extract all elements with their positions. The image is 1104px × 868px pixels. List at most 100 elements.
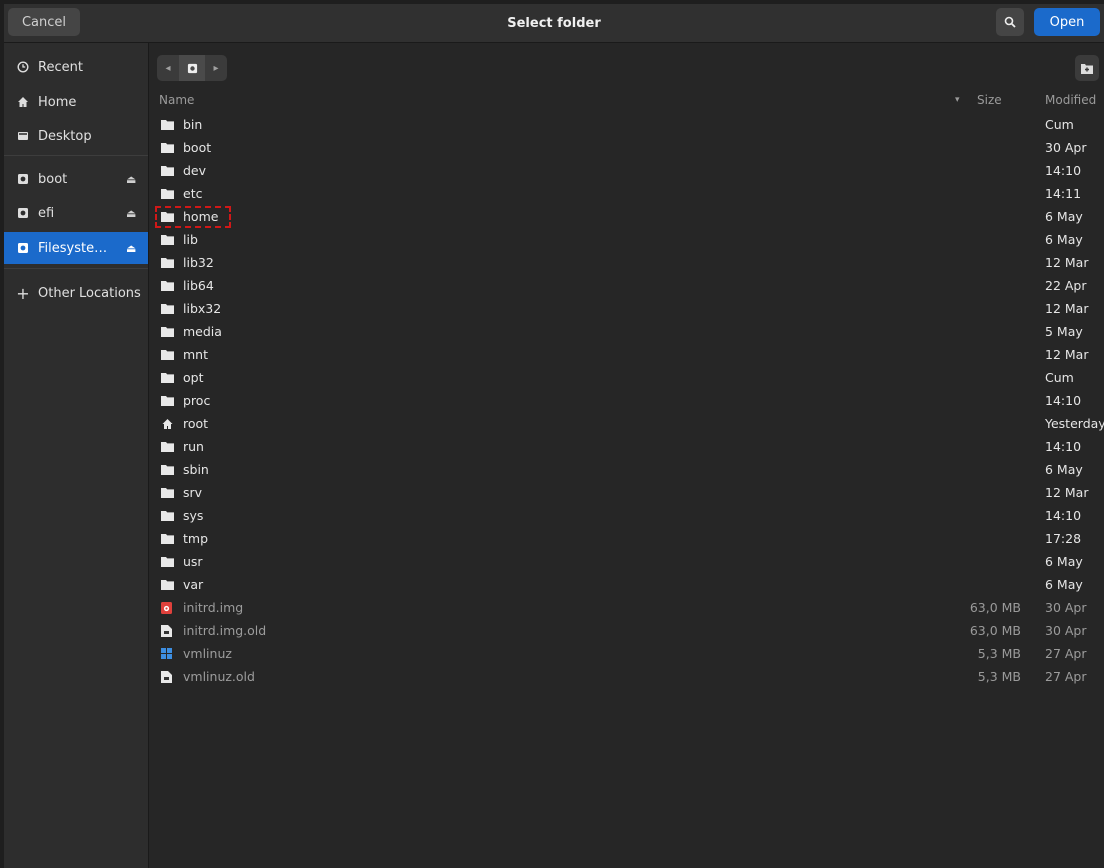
column-size[interactable]: Size: [977, 93, 1002, 107]
file-name: sys: [183, 508, 204, 523]
sidebar-item-label: Recent: [38, 59, 83, 75]
file-row[interactable]: dev 14:10: [149, 160, 1104, 183]
column-name[interactable]: Name: [159, 93, 194, 107]
file-name: opt: [183, 370, 204, 385]
sidebar-item-label: efi: [38, 205, 55, 221]
file-row[interactable]: libx32 12 Mar: [149, 298, 1104, 321]
file-row[interactable]: vmlinuz 5,3 MB 27 Apr: [149, 643, 1104, 666]
sidebar-separator: [4, 268, 148, 269]
file-icon: [161, 671, 173, 683]
file-icon: [161, 625, 173, 637]
file-name: media: [183, 324, 222, 339]
sidebar-item-label: Desktop: [38, 128, 92, 144]
file-modified: 14:10: [1045, 163, 1082, 178]
file-modified: 22 Apr: [1045, 278, 1087, 293]
file-name: lib: [183, 232, 198, 247]
file-name: root: [183, 416, 209, 431]
folder-icon: [161, 119, 174, 131]
sidebar-item-boot[interactable]: boot ⏏: [4, 163, 148, 195]
file-row[interactable]: initrd.img.old 63,0 MB 30 Apr: [149, 620, 1104, 643]
file-modified: 6 May: [1045, 232, 1083, 247]
sidebar-item-other-locations[interactable]: + Other Locations: [4, 277, 148, 309]
sidebar-item-recent[interactable]: Recent: [4, 51, 148, 83]
column-modified[interactable]: Modified: [1045, 93, 1096, 107]
new-folder-icon: [1081, 63, 1093, 74]
folder-icon: [161, 487, 174, 499]
folder-icon: [161, 326, 174, 338]
file-modified: 6 May: [1045, 577, 1083, 592]
file-modified: 14:10: [1045, 439, 1082, 454]
folder-icon: [161, 556, 174, 568]
folder-icon: [161, 303, 174, 315]
file-row[interactable]: var 6 May: [149, 574, 1104, 597]
plus-icon: +: [16, 283, 30, 303]
file-row[interactable]: mnt 12 Mar: [149, 344, 1104, 367]
home-icon: [16, 96, 30, 108]
file-row[interactable]: lib 6 May: [149, 229, 1104, 252]
file-modified: 14:10: [1045, 393, 1082, 408]
file-row[interactable]: vmlinuz.old 5,3 MB 27 Apr: [149, 666, 1104, 689]
file-modified: 27 Apr: [1045, 669, 1087, 684]
file-modified: Cum: [1045, 370, 1074, 385]
file-name: vmlinuz.old: [183, 669, 255, 684]
file-modified: 30 Apr: [1045, 600, 1087, 615]
file-modified: 12 Mar: [1045, 301, 1089, 316]
file-modified: Yesterday: [1045, 416, 1104, 431]
sidebar-item-label: Filesyste…: [38, 240, 108, 256]
file-size: 5,3 MB: [977, 646, 1021, 661]
file-row[interactable]: initrd.img 63,0 MB 30 Apr: [149, 597, 1104, 620]
file-modified: 30 Apr: [1045, 623, 1087, 638]
search-button[interactable]: [996, 8, 1024, 36]
file-modified: 14:11: [1045, 186, 1082, 201]
file-chooser-window: Cancel Select folder Open Recent Home De…: [4, 4, 1104, 868]
file-name: srv: [183, 485, 203, 500]
file-name: bin: [183, 117, 203, 132]
file-row[interactable]: srv 12 Mar: [149, 482, 1104, 505]
sidebar-item-efi[interactable]: efi ⏏: [4, 197, 148, 229]
path-root-button[interactable]: [179, 55, 205, 81]
file-row[interactable]: usr 6 May: [149, 551, 1104, 574]
places-sidebar: Recent Home Desktop boot ⏏ efi ⏏ Filesys…: [4, 43, 149, 868]
file-row[interactable]: root Yesterday: [149, 413, 1104, 436]
file-modified: 6 May: [1045, 209, 1083, 224]
folder-icon: [161, 188, 174, 200]
open-button[interactable]: Open: [1034, 8, 1100, 36]
file-row[interactable]: etc 14:11: [149, 183, 1104, 206]
file-row[interactable]: lib32 12 Mar: [149, 252, 1104, 275]
file-name: usr: [183, 554, 203, 569]
sidebar-item-home[interactable]: Home: [4, 86, 148, 118]
desktop-icon: [16, 130, 30, 142]
file-row[interactable]: bin Cum: [149, 114, 1104, 137]
file-row[interactable]: boot 30 Apr: [149, 137, 1104, 160]
dialog-title: Select folder: [507, 15, 601, 31]
file-row[interactable]: lib64 22 Apr: [149, 275, 1104, 298]
eject-icon[interactable]: ⏏: [126, 173, 148, 186]
file-row[interactable]: tmp 17:28: [149, 528, 1104, 551]
drive-icon: [16, 173, 30, 185]
eject-icon[interactable]: ⏏: [126, 207, 148, 220]
eject-icon[interactable]: ⏏: [126, 242, 148, 255]
file-row[interactable]: media 5 May: [149, 321, 1104, 344]
new-folder-button[interactable]: [1075, 55, 1099, 81]
file-name: mnt: [183, 347, 208, 362]
drive-icon: [16, 242, 30, 254]
sidebar-item-desktop[interactable]: Desktop: [4, 120, 148, 152]
file-modified: 12 Mar: [1045, 347, 1089, 362]
sidebar-item-filesystem[interactable]: Filesyste… ⏏: [4, 232, 148, 264]
file-row[interactable]: sbin 6 May: [149, 459, 1104, 482]
file-name: sbin: [183, 462, 209, 477]
file-list: bin Cum boot 30 Apr dev 14:10 etc 14:11 home 6 Ma…: [149, 114, 1104, 689]
file-modified: 12 Mar: [1045, 255, 1089, 270]
folder-icon: [161, 142, 174, 154]
file-modified: 30 Apr: [1045, 140, 1087, 155]
path-back-button[interactable]: ◂: [157, 55, 179, 81]
file-name: proc: [183, 393, 211, 408]
file-row[interactable]: home 6 May: [149, 206, 1104, 229]
file-row[interactable]: sys 14:10: [149, 505, 1104, 528]
file-modified: 6 May: [1045, 554, 1083, 569]
file-row[interactable]: opt Cum: [149, 367, 1104, 390]
path-forward-button[interactable]: ▸: [205, 55, 227, 81]
file-row[interactable]: run 14:10: [149, 436, 1104, 459]
file-row[interactable]: proc 14:10: [149, 390, 1104, 413]
home-folder-icon: [161, 418, 173, 430]
